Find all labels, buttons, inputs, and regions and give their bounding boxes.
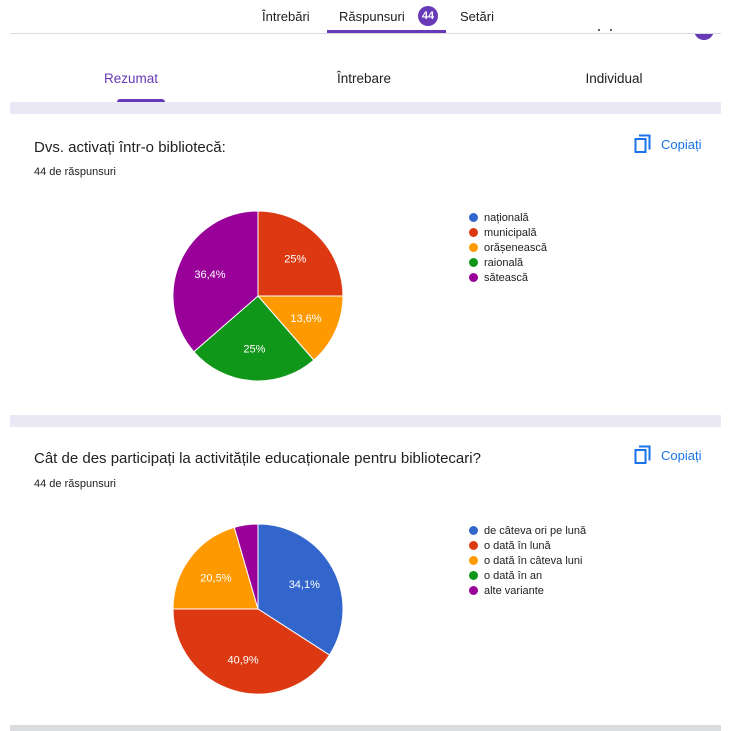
legend-swatch bbox=[469, 556, 478, 565]
legend-item: o dată în câteva luni bbox=[469, 553, 586, 568]
legend-swatch bbox=[469, 586, 478, 595]
slice-percent-label: 25% bbox=[284, 254, 306, 266]
pie-chart: 34,1% 40,9% 20,5% bbox=[172, 523, 344, 695]
tab-settings[interactable]: Setări bbox=[460, 9, 494, 24]
legend-item: sătească bbox=[469, 270, 547, 285]
card-separator bbox=[10, 415, 721, 427]
slice-percent-label: 34,1% bbox=[289, 579, 320, 591]
tab-responses[interactable]: Răspunsuri bbox=[339, 9, 405, 24]
slice-percent-label: 25% bbox=[243, 344, 265, 356]
chart-legend: de câteva ori pe lună o dată în lună o d… bbox=[469, 523, 586, 598]
pie-chart: 25% 13,6% 25% 36,4% bbox=[172, 210, 344, 382]
slice-percent-label: 36,4% bbox=[194, 269, 225, 281]
legend-swatch bbox=[469, 571, 478, 580]
legend-item: națională bbox=[469, 210, 547, 225]
card-separator bbox=[10, 102, 721, 114]
legend-label: raională bbox=[484, 256, 524, 269]
card-separator bbox=[10, 725, 721, 731]
legend-label: orășenească bbox=[484, 241, 547, 254]
legend-swatch bbox=[469, 258, 478, 267]
tab-question[interactable]: Întrebare bbox=[337, 71, 391, 86]
response-view-tabs: Rezumat Întrebare Individual bbox=[10, 34, 721, 102]
legend-item: de câteva ori pe lună bbox=[469, 523, 586, 538]
legend-swatch bbox=[469, 526, 478, 535]
tab-individual[interactable]: Individual bbox=[585, 71, 642, 86]
legend-swatch bbox=[469, 243, 478, 252]
legend-swatch bbox=[469, 541, 478, 550]
legend-item: raională bbox=[469, 255, 547, 270]
legend-swatch bbox=[469, 213, 478, 222]
legend-swatch bbox=[469, 273, 478, 282]
legend-label: de câteva ori pe lună bbox=[484, 524, 587, 537]
legend-label: o dată în câteva luni bbox=[484, 554, 583, 567]
responses-count-badge: 44 bbox=[418, 6, 438, 26]
slice-percent-label: 13,6% bbox=[290, 313, 321, 325]
question-card: Dvs. activați într-o bibliotecă: 44 de r… bbox=[10, 114, 721, 415]
legend-item: alte variante bbox=[469, 583, 586, 598]
legend-item: orășenească bbox=[469, 240, 547, 255]
tab-summary[interactable]: Rezumat bbox=[104, 71, 158, 86]
legend-item: o dată în lună bbox=[469, 538, 586, 553]
chart-legend: națională municipală orășenească raional… bbox=[469, 210, 547, 285]
legend-label: națională bbox=[484, 211, 529, 224]
legend-label: o dată în an bbox=[484, 569, 543, 582]
legend-label: o dată în lună bbox=[484, 539, 551, 552]
top-navigation: Întrebări Răspunsuri 44 Setări bbox=[0, 0, 731, 40]
legend-label: sătească bbox=[484, 271, 529, 284]
slice-percent-label: 40,9% bbox=[227, 655, 258, 667]
legend-item: municipală bbox=[469, 225, 547, 240]
legend-item: o dată în an bbox=[469, 568, 586, 583]
slice-percent-label: 20,5% bbox=[200, 572, 231, 584]
question-card: Cât de des participați la activitățile e… bbox=[10, 427, 721, 725]
legend-label: municipală bbox=[484, 226, 537, 239]
legend-swatch bbox=[469, 228, 478, 237]
tab-questions[interactable]: Întrebări bbox=[262, 9, 310, 24]
legend-label: alte variante bbox=[484, 584, 544, 597]
